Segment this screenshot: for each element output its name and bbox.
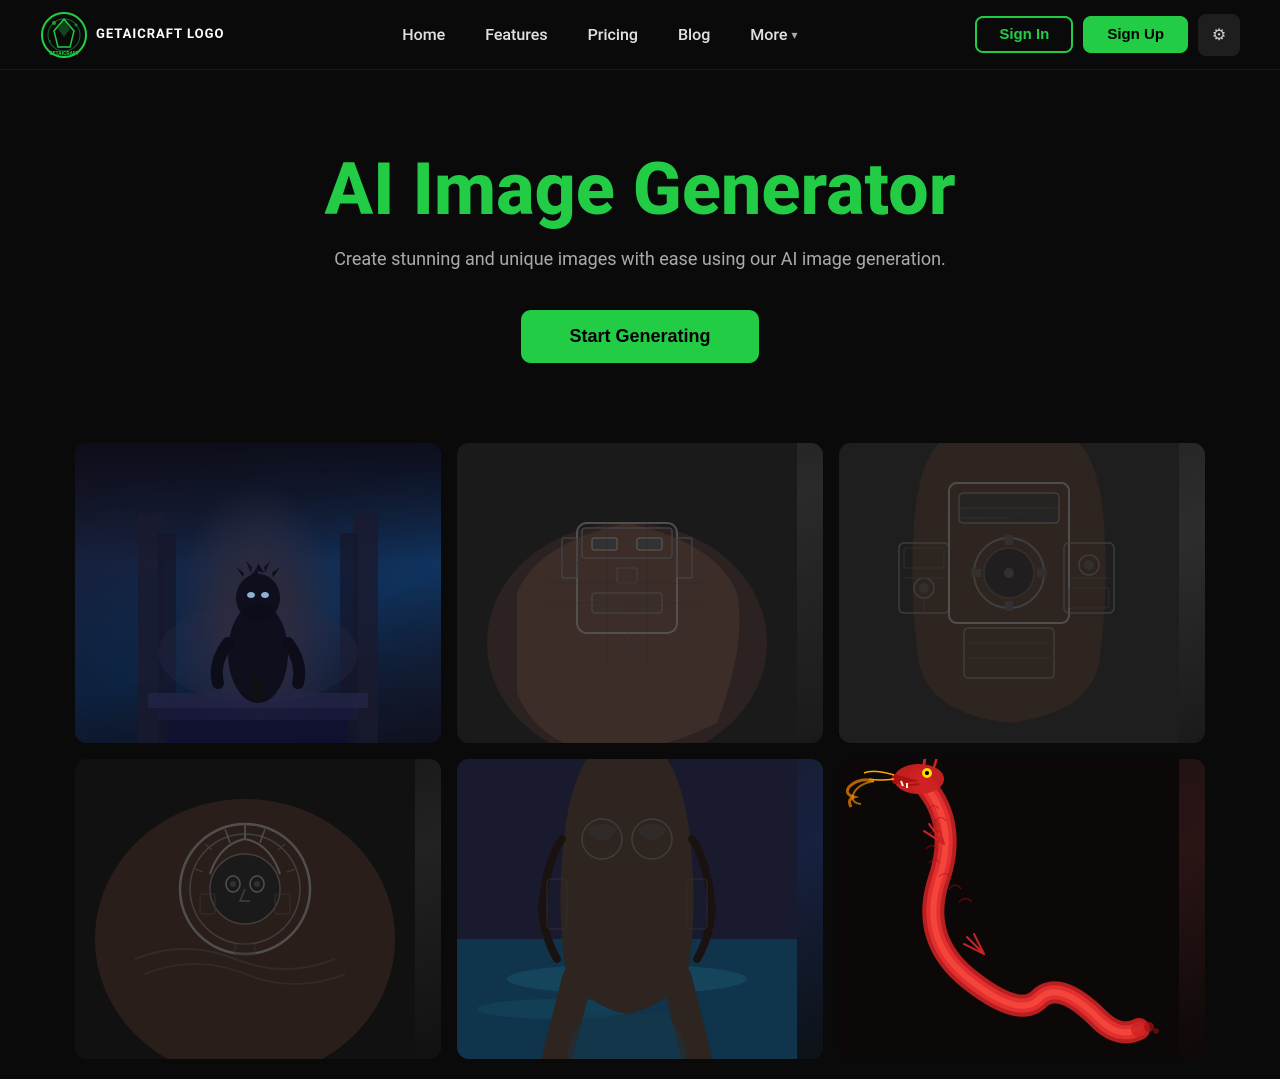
gallery-item-4 [75, 759, 441, 1059]
chevron-down-icon: ▾ [791, 28, 797, 42]
gallery-image-1-content [75, 443, 441, 743]
gallery-image-6 [839, 759, 1205, 1059]
gallery-image-5 [457, 759, 823, 1059]
start-generating-button[interactable]: Start Generating [521, 310, 758, 363]
signin-button[interactable]: Sign In [975, 16, 1073, 53]
nav-item-blog[interactable]: Blog [662, 17, 726, 52]
gallery-image-2-content [457, 443, 823, 743]
gear-icon: ⚙ [1212, 25, 1226, 45]
gallery-image-4-content [75, 759, 441, 1059]
gallery-image-5-content [457, 759, 823, 1059]
svg-text:GETAICRAFT: GETAICRAFT [49, 51, 79, 57]
nav-actions: Sign In Sign Up ⚙ [975, 14, 1240, 56]
nav-item-pricing[interactable]: Pricing [572, 17, 654, 52]
gallery-image-6-content [839, 759, 1205, 1059]
hero-section: AI Image Generator Create stunning and u… [0, 70, 1280, 423]
gallery-image-3 [839, 443, 1205, 743]
nav-item-features[interactable]: Features [469, 17, 563, 52]
gallery-image-3-content [839, 443, 1205, 743]
gallery-item-1 [75, 443, 441, 743]
gallery-image-2 [457, 443, 823, 743]
gallery-item-6 [839, 759, 1205, 1059]
gallery-item-5 [457, 759, 823, 1059]
signup-button[interactable]: Sign Up [1083, 16, 1188, 53]
logo-text: GetAICraft Logo [96, 27, 224, 43]
gallery-image-1 [75, 443, 441, 743]
hero-subtitle: Create stunning and unique images with e… [40, 249, 1240, 270]
main-nav: Home Features Pricing Blog More ▾ [386, 17, 813, 52]
image-gallery [0, 423, 1280, 1079]
gallery-item-3 [839, 443, 1205, 743]
settings-button[interactable]: ⚙ [1198, 14, 1240, 56]
gallery-image-4 [75, 759, 441, 1059]
hero-title: AI Image Generator [40, 150, 1240, 229]
nav-more-label: More [750, 25, 787, 44]
gallery-item-2 [457, 443, 823, 743]
header: GETAICRAFT GetAICraft Logo Home Features… [0, 0, 1280, 70]
logo-icon: GETAICRAFT [40, 11, 88, 59]
logo: GETAICRAFT GetAICraft Logo [40, 11, 224, 59]
nav-item-home[interactable]: Home [386, 17, 461, 52]
nav-item-more[interactable]: More ▾ [734, 17, 813, 52]
